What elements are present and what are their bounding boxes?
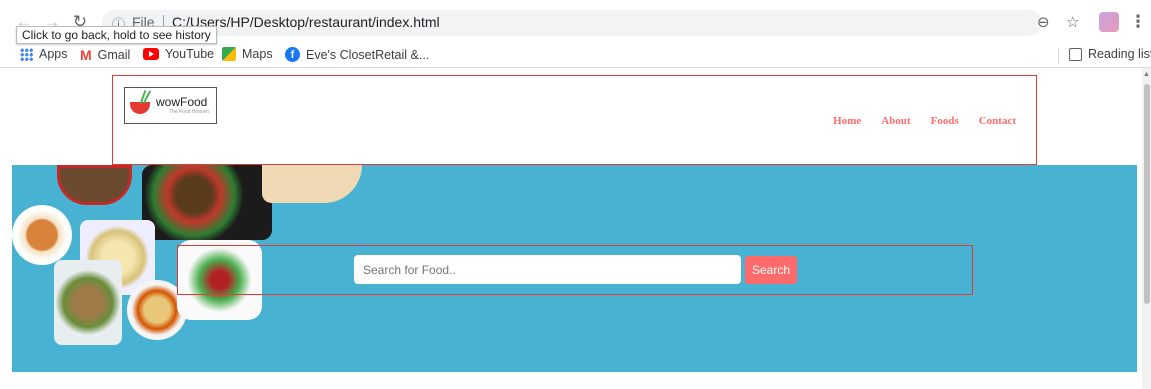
bookmark-gmail[interactable]: M Gmail [80,47,130,63]
apps-grid-icon [20,47,33,61]
browser-chrome: ← → ↻ ⓘ File C:/Users/HP/Desktop/restaur… [0,0,1151,68]
menu-foods[interactable]: Foods [931,115,959,127]
profile-avatar[interactable] [1099,12,1119,32]
bookmark-label: Apps [39,47,68,61]
bookmarks-divider [1058,48,1059,64]
reading-list-icon [1069,47,1082,61]
logo-tagline: The Food Heaven [169,109,210,115]
food-search-input[interactable] [354,255,741,284]
menu-about[interactable]: About [881,115,910,127]
star-icon[interactable]: ☆ [1066,13,1079,31]
back-tooltip: Click to go back, hold to see history [16,26,217,44]
bookmark-label: Eve's ClosetRetail &... [306,47,430,62]
bookmarks-bar: Apps M Gmail YouTube Maps f Eve's Closet… [0,44,1151,68]
logo-name: wowFood [156,95,208,109]
scrollbar-thumb[interactable] [1144,84,1150,304]
maps-icon [222,47,236,61]
bookmark-label: Maps [242,47,273,61]
address-bar[interactable]: ⓘ File C:/Users/HP/Desktop/restaurant/in… [102,10,1042,36]
youtube-icon [143,48,159,60]
more-menu-icon[interactable]: ⋮ [1128,12,1148,32]
bookmark-eves-closet[interactable]: f Eve's ClosetRetail &... [285,47,429,62]
zoom-icon[interactable]: ⊖ [1037,13,1050,31]
gmail-icon: M [80,47,92,63]
bookmark-maps[interactable]: Maps [222,47,273,61]
bookmark-apps[interactable]: Apps [20,47,68,61]
bowl-icon [130,102,150,114]
site-navbar: wowFood The Food Heaven Home About Foods… [112,75,1037,165]
reading-list-button[interactable]: Reading list [1069,47,1151,61]
bookmark-label: Gmail [97,48,131,62]
menu-contact[interactable]: Contact [979,115,1016,127]
scroll-up-arrow-icon[interactable]: ▲ [1143,71,1150,78]
bookmark-youtube[interactable]: YouTube [143,47,214,61]
site-logo[interactable]: wowFood The Food Heaven [124,87,217,124]
reading-list-label: Reading list [1088,47,1151,61]
main-menu: Home About Foods Contact [833,115,1016,127]
search-form: Search [177,245,973,295]
search-button[interactable]: Search [745,256,797,284]
menu-home[interactable]: Home [833,115,861,127]
facebook-icon: f [285,47,300,62]
bookmark-label: YouTube [165,47,215,61]
